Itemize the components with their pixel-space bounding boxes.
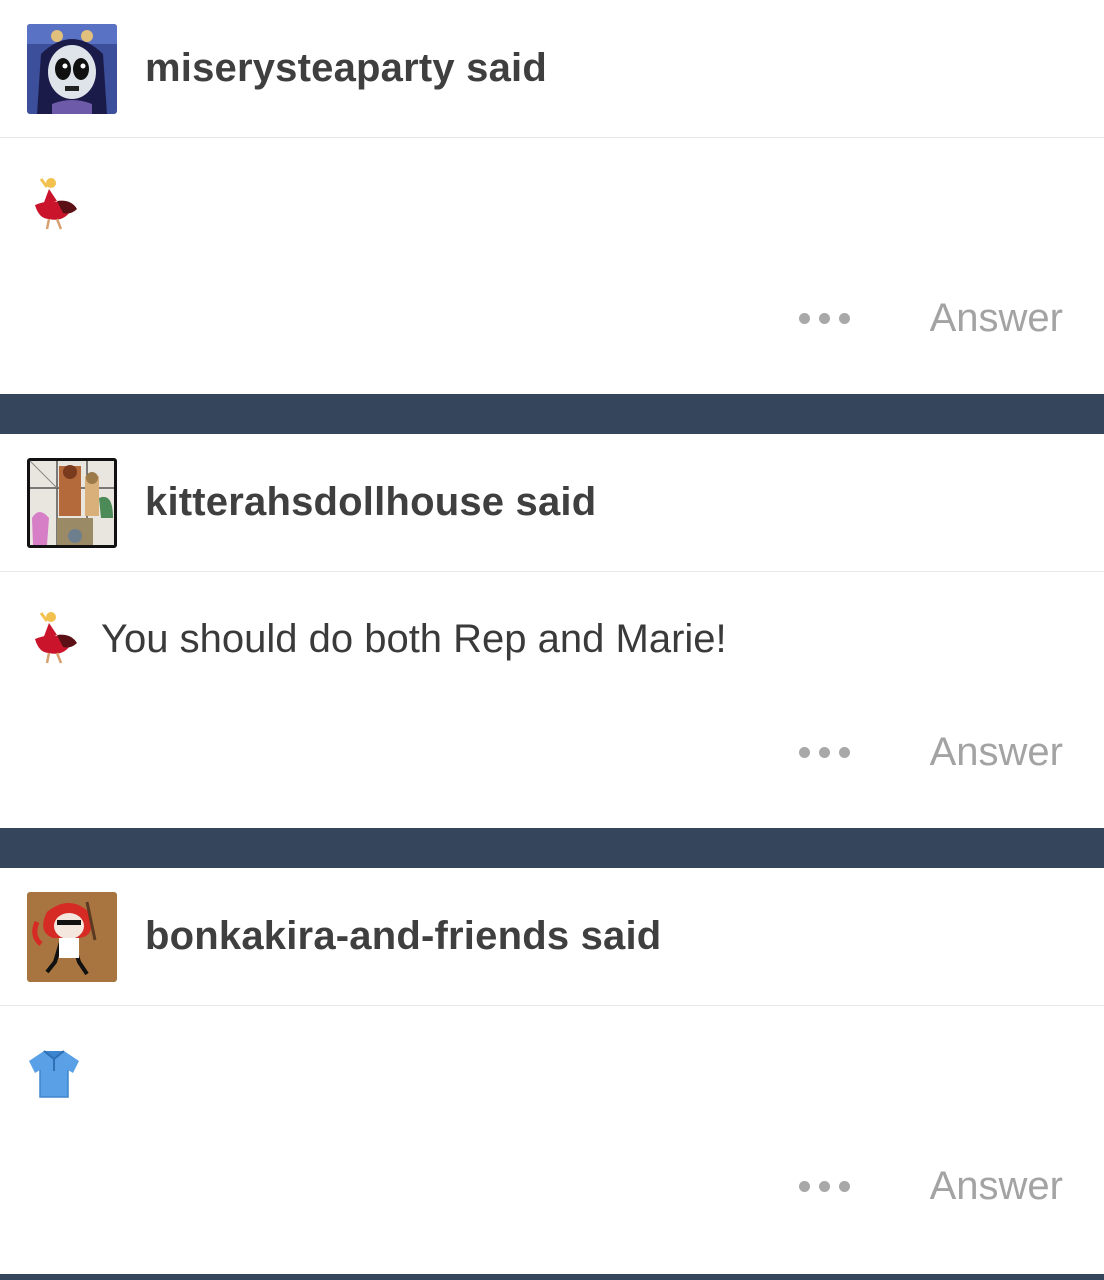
card-header: kitterahsdollhouse said bbox=[0, 434, 1104, 572]
dancer-emoji bbox=[27, 609, 81, 669]
red-hair-girl-avatar[interactable] bbox=[27, 891, 117, 982]
message-body bbox=[0, 140, 1104, 270]
sender-name[interactable]: bonkakira-and-friends said bbox=[145, 914, 661, 959]
more-dots-icon[interactable] bbox=[798, 312, 850, 324]
separator bbox=[0, 828, 1104, 868]
dolls-collage-avatar[interactable] bbox=[27, 457, 117, 548]
card-actions: Answer bbox=[0, 1136, 1104, 1236]
more-dots-icon[interactable] bbox=[798, 746, 850, 758]
ask-card: miserysteaparty said Answer bbox=[0, 0, 1104, 394]
more-dots-icon[interactable] bbox=[798, 1180, 850, 1192]
answer-button[interactable]: Answer bbox=[930, 296, 1063, 341]
answer-button[interactable]: Answer bbox=[930, 730, 1063, 775]
dancer-emoji bbox=[27, 175, 81, 235]
message-text: You should do both Rep and Marie! bbox=[101, 616, 727, 661]
shirt-emoji bbox=[27, 1043, 81, 1103]
card-header: miserysteaparty said bbox=[0, 0, 1104, 138]
separator bbox=[0, 1274, 1104, 1280]
ask-card: bonkakira-and-friends said Answer bbox=[0, 868, 1104, 1262]
answer-button[interactable]: Answer bbox=[930, 1164, 1063, 1209]
ask-card: kitterahsdollhouse said You should do bo… bbox=[0, 434, 1104, 828]
card-actions: Answer bbox=[0, 268, 1104, 368]
message-body bbox=[0, 1008, 1104, 1138]
card-header: bonkakira-and-friends said bbox=[0, 868, 1104, 1006]
card-actions: Answer bbox=[0, 702, 1104, 802]
message-body: You should do both Rep and Marie! bbox=[0, 574, 1104, 704]
skull-girl-avatar[interactable] bbox=[27, 23, 117, 114]
separator bbox=[0, 394, 1104, 434]
sender-name[interactable]: kitterahsdollhouse said bbox=[145, 480, 596, 525]
sender-name[interactable]: miserysteaparty said bbox=[145, 46, 547, 91]
